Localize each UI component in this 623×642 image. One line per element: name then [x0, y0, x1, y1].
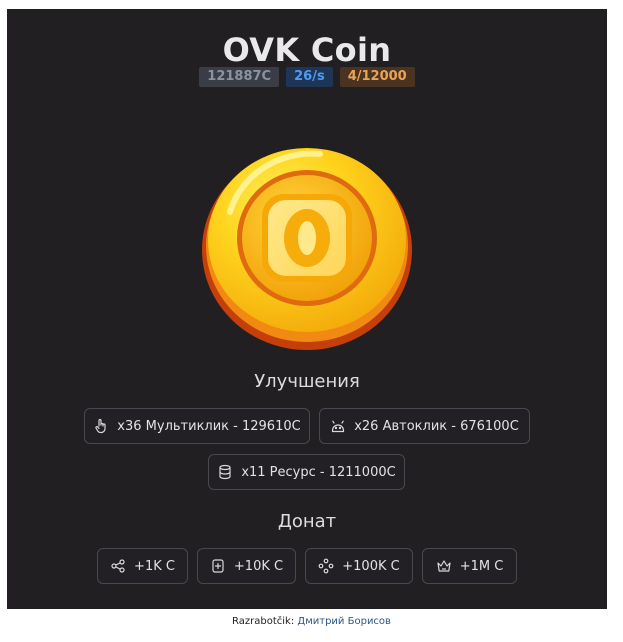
upgrade-multiclick-label: x36 Мультиклик - 129610C — [117, 418, 301, 434]
donate-10k-label: +10K C — [233, 558, 284, 574]
upgrade-resource-label: x11 Ресурс - 1211000C — [241, 464, 396, 480]
share-icon — [110, 558, 126, 574]
tap-hand-icon — [93, 418, 109, 434]
coin-icon — [202, 148, 412, 350]
coin-button[interactable] — [200, 142, 414, 352]
donate-title: Донат — [277, 511, 337, 532]
database-icon — [217, 464, 233, 480]
game-panel: OVK Coin 121887C 26/s 4/12000 Улучшения … — [7, 9, 607, 609]
footer-prefix: Razrabotčik: — [232, 616, 295, 627]
rate-badge: 26/s — [286, 67, 333, 87]
plus-square-icon — [210, 558, 226, 574]
donate-1m-label: +1M C — [459, 558, 504, 574]
robot-icon — [330, 418, 346, 434]
upgrade-multiclick-button[interactable]: x36 Мультиклик - 129610C — [84, 408, 310, 444]
upgrade-resource-button[interactable]: x11 Ресурс - 1211000C — [208, 454, 405, 490]
donate-10k-button[interactable]: +10K C — [197, 548, 296, 584]
author-link[interactable]: Дмитрий Борисов — [297, 616, 391, 627]
nodes-icon — [318, 558, 334, 574]
coins-badge: 121887C — [199, 67, 280, 87]
donate-1k-button[interactable]: +1K C — [97, 548, 188, 584]
upgrade-autoclick-button[interactable]: x26 Автоклик - 676100C — [319, 408, 530, 444]
upgrades-title: Улучшения — [254, 371, 360, 392]
donate-100k-button[interactable]: +100K C — [305, 548, 413, 584]
crown-icon — [436, 558, 452, 574]
limit-badge: 4/12000 — [339, 67, 415, 87]
donate-1m-button[interactable]: +1M C — [422, 548, 517, 584]
page-title: OVK Coin — [222, 31, 392, 69]
donate-1k-label: +1K C — [134, 558, 175, 574]
upgrade-autoclick-label: x26 Автоклик - 676100C — [354, 418, 519, 434]
stats-badges: 121887C 26/s 4/12000 — [7, 67, 607, 87]
donate-100k-label: +100K C — [342, 558, 400, 574]
footer: Razrabotčik: Дмитрий Борисов — [0, 616, 623, 627]
